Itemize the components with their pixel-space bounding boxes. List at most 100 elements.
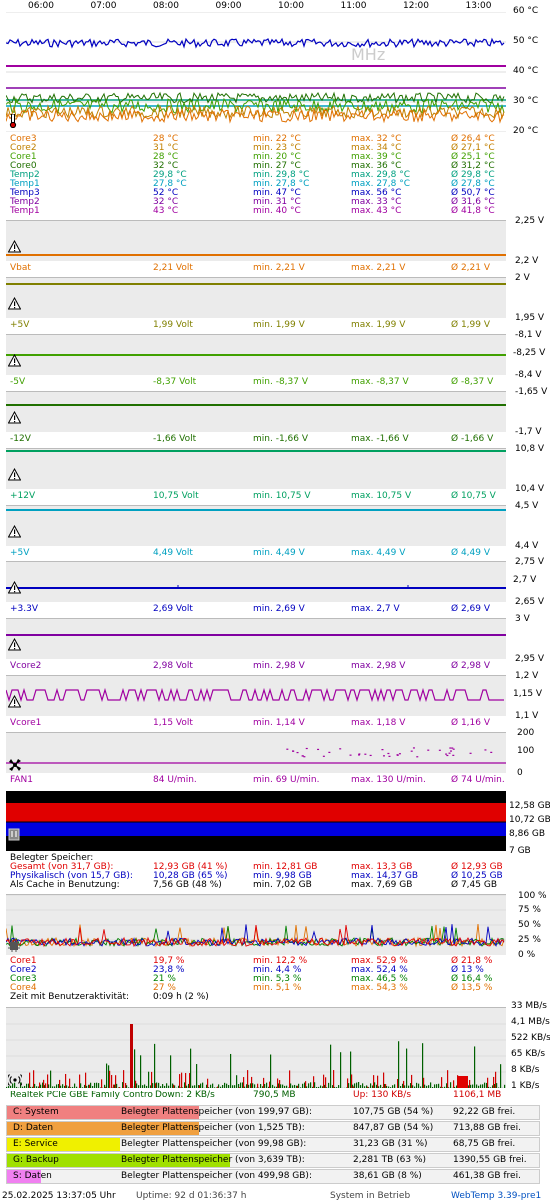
disk-label: G: Backup: [13, 1155, 59, 1165]
fan-dot: [490, 751, 493, 753]
temp-y-tick: 60 °C: [513, 6, 539, 16]
legend-max: max. 4,49 V: [351, 548, 406, 558]
legend-cur: 1,99 Volt: [153, 320, 193, 330]
fan-dot: [452, 754, 455, 756]
net-down-bar: [54, 1086, 56, 1088]
net-down-bar: [224, 1082, 226, 1088]
warning-icon: [7, 353, 22, 367]
net-down-bar: [196, 1064, 198, 1088]
fan-dot: [446, 754, 449, 757]
network-y-tick: 4,1 MB/s: [511, 1017, 550, 1027]
net-down-bar: [318, 1086, 320, 1088]
net-down-bar: [280, 1084, 282, 1088]
net-down-bar: [164, 1085, 166, 1088]
legend-avg: Ø 10,75 V: [451, 491, 496, 501]
network-y-tick: 8 KB/s: [511, 1065, 540, 1075]
net-down-bar: [354, 1083, 356, 1088]
legend-name: -12V: [10, 434, 31, 444]
net-down-bar: [320, 1085, 322, 1088]
fan-y-tick: 100: [517, 746, 535, 756]
net-up-bar: [123, 1070, 125, 1088]
net-down-bar: [270, 1054, 272, 1088]
net-down-bar: [504, 1084, 506, 1088]
disk-row: G: Backup Belegter Plattenspeicher (von 3…: [6, 1153, 540, 1168]
net-down-bar: [412, 1085, 414, 1088]
net-up-bar: [257, 1083, 259, 1088]
warning-icon: [7, 637, 22, 651]
fan-y-tick: 200: [517, 728, 535, 738]
disk-used: 31,23 GB (31 %): [353, 1139, 428, 1149]
fan-dot: [286, 748, 289, 750]
net-down-bar: [378, 1086, 380, 1088]
net-down-bar: [26, 1083, 28, 1088]
net-down-bar: [170, 1055, 172, 1088]
network-antenna-icon: [6, 1073, 24, 1087]
net-up-bar: [45, 1083, 47, 1088]
net-down-bar: [154, 1043, 156, 1088]
thermometer-icon: [9, 113, 17, 129]
fan-dot: [364, 753, 367, 755]
net-down-bar: [490, 1087, 492, 1088]
cpu-chart: [5, 894, 506, 955]
net-down-bar: [428, 1085, 430, 1088]
net-down-bar: [292, 1085, 294, 1088]
voltage-y-mid: -8,25 V: [513, 348, 546, 358]
net-down-bar: [282, 1084, 284, 1088]
net-down-bar: [24, 1085, 26, 1088]
net-up-bar: [453, 1080, 455, 1088]
net-down-bar: [286, 1085, 288, 1088]
fan-dot: [317, 748, 320, 751]
voltage-plot: [6, 585, 506, 589]
cpu-icon: [7, 940, 21, 952]
disk-free: 92,22 GB frei.: [453, 1107, 516, 1117]
fan-icon: [8, 758, 22, 772]
voltage-y-high: 1,2 V: [515, 671, 539, 681]
net-down-bar: [294, 1084, 296, 1088]
voltage-chart: [6, 448, 506, 489]
net-down-bar: [126, 1085, 128, 1088]
voltage-y-high: 4,5 V: [515, 501, 539, 511]
net-down-bar: [398, 1041, 400, 1088]
voltage-y-low: 1,95 V: [515, 313, 545, 323]
network-up: Up: 130 KB/s: [353, 1090, 412, 1100]
legend-name: +12V: [10, 491, 36, 501]
net-down-bar: [272, 1084, 274, 1088]
net-down-bar: [472, 1084, 474, 1088]
net-down-bar: [86, 1085, 88, 1088]
fan-dot: [369, 754, 372, 757]
net-down-bar: [192, 1085, 194, 1088]
net-down-bar: [174, 1085, 176, 1088]
net-up-bar: [181, 1072, 183, 1088]
net-down-bar: [48, 1084, 50, 1088]
footer-app-link[interactable]: WebTemp 3.39-pre1: [451, 1189, 541, 1203]
series-temp3: [5, 37, 505, 49]
net-down-bar: [74, 1083, 76, 1088]
net-down-bar: [484, 1082, 486, 1088]
disk-label: E: Service: [13, 1139, 58, 1149]
net-down-bar: [90, 1082, 92, 1088]
legend-avg: Ø 74 U/min.: [451, 775, 505, 785]
net-down-bar: [358, 1082, 360, 1088]
network-y-tick: 1 KB/s: [511, 1081, 540, 1091]
legend-name: FAN1: [10, 775, 33, 785]
net-down-bar: [330, 1044, 332, 1088]
legend-name: +5V: [10, 548, 30, 558]
net-down-bar: [380, 1084, 382, 1088]
network-up-total: 1106,1 MB: [453, 1090, 502, 1100]
net-down-bar: [98, 1083, 100, 1088]
voltage-y-low: 2,65 V: [515, 597, 545, 607]
fan-dot: [452, 748, 455, 750]
series-vcore1: [5, 687, 504, 703]
net-down-bar: [434, 1084, 436, 1088]
net-down-bar: [160, 1086, 162, 1088]
net-down-bar: [254, 1084, 256, 1088]
network-chart: [6, 1007, 506, 1088]
net-down-bar: [116, 1083, 118, 1088]
legend-min: min. 1,14 V: [253, 718, 305, 728]
voltage-y-low: -1,7 V: [515, 427, 542, 437]
legend-row: Als Cache in Benutzung: 7,56 GB (48 %) min…: [10, 881, 510, 890]
cpu-y-tick: 75 %: [518, 905, 541, 915]
net-down-bar: [392, 1085, 394, 1088]
net-down-bar: [228, 1085, 230, 1088]
net-down-bar: [230, 1053, 232, 1088]
